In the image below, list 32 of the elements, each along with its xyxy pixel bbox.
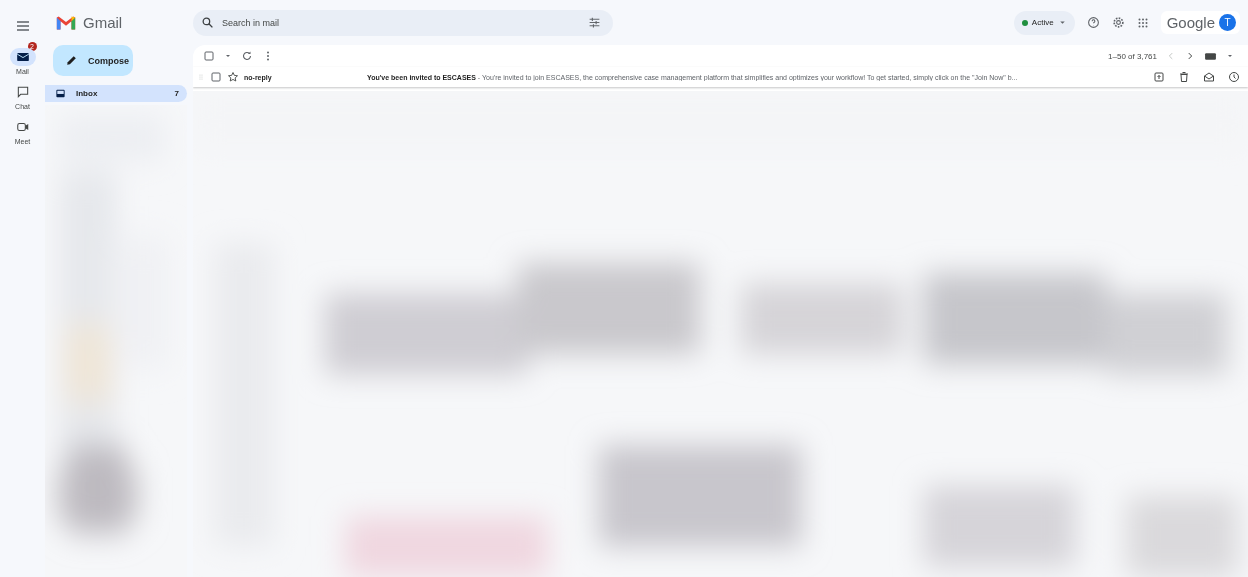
status-button[interactable]: Active	[1013, 10, 1075, 35]
compose-button[interactable]: Compose	[53, 45, 133, 76]
refresh-icon[interactable]	[241, 50, 253, 62]
folder-item[interactable]: Inbox 7	[45, 85, 187, 102]
settings-icon[interactable]	[1111, 16, 1125, 29]
star-icon[interactable]	[227, 71, 239, 83]
menu-icon[interactable]	[14, 18, 31, 34]
app-name[interactable]: Gmail	[83, 14, 123, 31]
caret-icon[interactable]	[224, 52, 232, 60]
open-envelope-icon[interactable]	[1203, 71, 1215, 83]
chat-bubble-icon	[15, 85, 30, 99]
video-camera-icon	[15, 120, 30, 134]
apps-grid-icon[interactable]	[1136, 16, 1149, 29]
clock-icon[interactable]	[1228, 71, 1240, 83]
filter-sliders-icon[interactable]	[588, 16, 601, 29]
search-input[interactable]: Search in mail	[220, 16, 582, 29]
search-field[interactable]: Search in mail	[193, 9, 613, 36]
page-range: 1–50 of 3,761	[1108, 51, 1157, 61]
inbox-icon	[55, 88, 66, 99]
account-button[interactable]: Google T	[1160, 11, 1240, 34]
search-icon	[201, 16, 214, 29]
pencil-icon	[65, 54, 78, 67]
caret-icon[interactable]	[1226, 52, 1234, 60]
help-icon[interactable]	[1086, 16, 1100, 29]
envelope-icon	[15, 50, 30, 64]
rail-button[interactable]	[9, 48, 36, 66]
checkbox-icon[interactable]	[210, 71, 222, 83]
archive-icon[interactable]	[1153, 71, 1165, 83]
chevron-right-icon[interactable]	[1185, 51, 1195, 61]
caret-icon	[1057, 18, 1067, 27]
checkbox-icon[interactable]	[203, 50, 215, 62]
trash-icon[interactable]	[1178, 71, 1190, 83]
